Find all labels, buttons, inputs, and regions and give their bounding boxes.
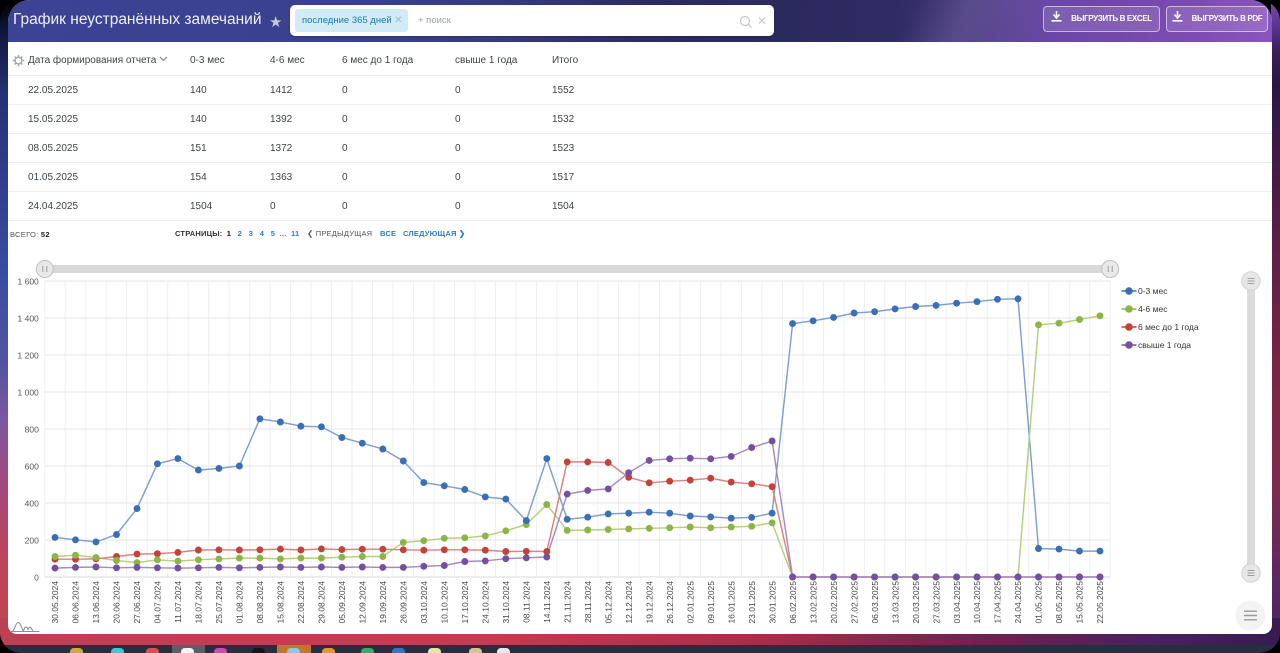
svg-text:08.11.2024: 08.11.2024	[522, 581, 532, 623]
svg-text:15.08.2024: 15.08.2024	[276, 581, 286, 624]
svg-text:13.06.2024: 13.06.2024	[91, 581, 101, 624]
svg-text:13.02.2025: 13.02.2025	[808, 581, 818, 624]
svg-text:20.06.2024: 20.06.2024	[112, 581, 122, 624]
svg-text:1 000: 1 000	[18, 388, 40, 398]
svg-text:04.07.2024: 04.07.2024	[153, 581, 163, 624]
svg-text:0-3 мес: 0-3 мес	[1138, 286, 1168, 296]
svg-text:12.12.2024: 12.12.2024	[624, 581, 634, 624]
svg-text:30.01.2025: 30.01.2025	[767, 581, 777, 624]
svg-text:11.07.2024: 11.07.2024	[173, 581, 183, 623]
svg-text:30.05.2024: 30.05.2024	[50, 581, 60, 624]
svg-text:24.04.2025: 24.04.2025	[1013, 581, 1023, 624]
svg-text:06.06.2024: 06.06.2024	[71, 581, 81, 624]
svg-text:13.03.2025: 13.03.2025	[890, 581, 900, 624]
svg-text:6 мес до 1 года: 6 мес до 1 года	[1138, 322, 1199, 332]
svg-text:1 600: 1 600	[18, 277, 40, 287]
svg-text:28.11.2024: 28.11.2024	[583, 581, 593, 623]
svg-text:15.05.2025: 15.05.2025	[1075, 581, 1085, 624]
svg-text:26.12.2024: 26.12.2024	[665, 581, 675, 624]
svg-text:18.07.2024: 18.07.2024	[194, 581, 204, 624]
svg-text:14.11.2024: 14.11.2024	[542, 581, 552, 623]
svg-text:1 200: 1 200	[18, 351, 40, 361]
svg-text:22.05.2025: 22.05.2025	[1095, 581, 1105, 624]
svg-text:25.07.2024: 25.07.2024	[214, 581, 224, 624]
svg-text:08.08.2024: 08.08.2024	[255, 581, 265, 624]
svg-text:06.03.2025: 06.03.2025	[870, 581, 880, 624]
svg-text:06.02.2025: 06.02.2025	[788, 581, 798, 624]
svg-text:10.04.2025: 10.04.2025	[972, 581, 982, 624]
svg-text:24.10.2024: 24.10.2024	[481, 581, 491, 624]
svg-text:01.05.2025: 01.05.2025	[1034, 581, 1044, 624]
svg-text:03.04.2025: 03.04.2025	[952, 581, 962, 624]
svg-text:4-6 мес: 4-6 мес	[1138, 304, 1168, 314]
svg-text:02.01.2025: 02.01.2025	[685, 581, 695, 624]
svg-text:09.01.2025: 09.01.2025	[706, 581, 716, 624]
svg-text:27.02.2025: 27.02.2025	[849, 581, 859, 624]
svg-text:22.08.2024: 22.08.2024	[296, 581, 306, 624]
svg-text:26.09.2024: 26.09.2024	[399, 581, 409, 624]
svg-text:600: 600	[25, 462, 39, 472]
svg-text:23.01.2025: 23.01.2025	[747, 581, 757, 624]
svg-text:400: 400	[25, 499, 39, 509]
svg-text:800: 800	[25, 425, 39, 435]
svg-text:10.10.2024: 10.10.2024	[440, 581, 450, 624]
svg-text:20.03.2025: 20.03.2025	[911, 581, 921, 624]
svg-text:31.10.2024: 31.10.2024	[501, 581, 511, 624]
svg-text:16.01.2025: 16.01.2025	[726, 581, 736, 624]
svg-text:19.09.2024: 19.09.2024	[378, 581, 388, 624]
svg-text:05.12.2024: 05.12.2024	[603, 581, 613, 624]
svg-text:29.08.2024: 29.08.2024	[317, 581, 327, 624]
svg-text:1 400: 1 400	[18, 314, 40, 324]
svg-text:27.03.2025: 27.03.2025	[931, 581, 941, 624]
svg-text:19.12.2024: 19.12.2024	[644, 581, 654, 624]
svg-text:0: 0	[34, 573, 39, 583]
svg-text:08.05.2025: 08.05.2025	[1054, 581, 1064, 624]
svg-text:01.08.2024: 01.08.2024	[235, 581, 245, 624]
svg-text:21.11.2024: 21.11.2024	[563, 581, 573, 623]
svg-text:свыше 1 года: свыше 1 года	[1138, 340, 1191, 350]
svg-text:27.06.2024: 27.06.2024	[132, 581, 142, 624]
svg-text:05.09.2024: 05.09.2024	[337, 581, 347, 624]
svg-text:17.04.2025: 17.04.2025	[993, 581, 1003, 624]
svg-text:12.09.2024: 12.09.2024	[358, 581, 368, 624]
svg-text:03.10.2024: 03.10.2024	[419, 581, 429, 624]
svg-text:17.10.2024: 17.10.2024	[460, 581, 470, 624]
svg-text:20.02.2025: 20.02.2025	[829, 581, 839, 624]
svg-text:200: 200	[25, 536, 39, 546]
